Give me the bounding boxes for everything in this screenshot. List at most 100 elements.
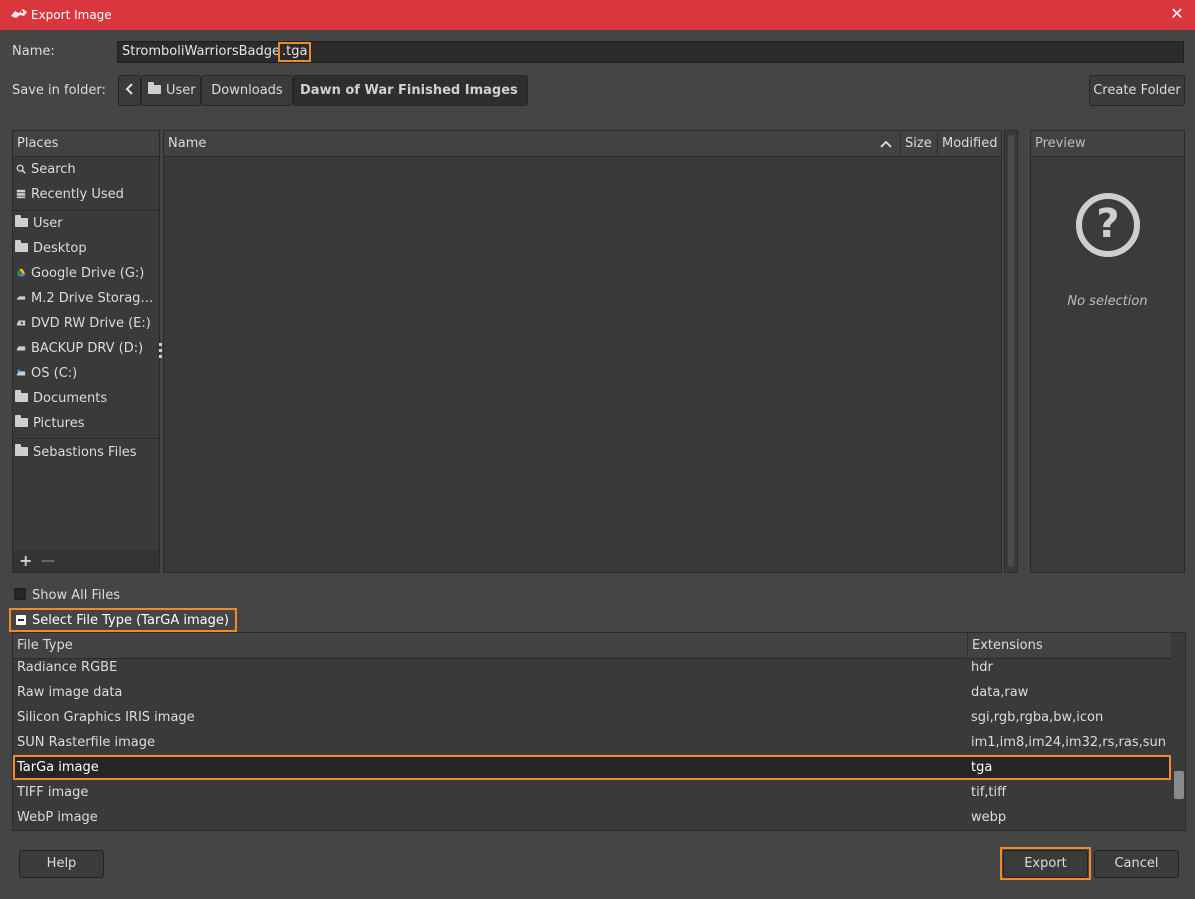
system-drive-icon	[16, 369, 26, 376]
file-type-row[interactable]: SUN Rasterfile image im1,im8,im24,im32,rs…	[13, 730, 1171, 755]
file-type-ext: sgi,rgb,rgba,bw,icon	[971, 710, 1104, 725]
column-modified[interactable]: Modified	[937, 131, 1001, 157]
window-title: Export Image	[31, 8, 112, 22]
file-type-row[interactable]: Radiance RGBE hdr	[13, 655, 1171, 680]
places-separator	[13, 438, 159, 439]
file-type-table[interactable]: File Type Extensions Radiance RGBE hdr Ra…	[12, 632, 1186, 831]
place-label: BACKUP DRV (D:)	[31, 341, 144, 356]
sort-ascending-icon	[880, 140, 892, 148]
file-list[interactable]: Name Size Modified	[163, 130, 1002, 573]
file-type-row[interactable]: Raw image data data,raw	[13, 680, 1171, 705]
places-sidebar: Places Search Recently Used User Desktop…	[12, 130, 160, 573]
scrollbar-thumb[interactable]	[1174, 771, 1184, 799]
folder-icon	[15, 215, 28, 227]
no-selection-text: No selection	[1067, 294, 1148, 309]
remove-place-button[interactable]: —	[41, 550, 55, 572]
file-type-row-selected[interactable]: TarGa image tga	[13, 755, 1171, 780]
scrollbar-thumb[interactable]	[1008, 135, 1014, 567]
cancel-button[interactable]: Cancel	[1094, 850, 1179, 878]
collapse-icon	[16, 615, 26, 625]
path-back-button[interactable]	[118, 75, 141, 106]
breadcrumb-label: Downloads	[211, 83, 283, 98]
name-label: Name:	[12, 44, 55, 59]
file-type-name: Raw image data	[17, 685, 123, 700]
place-m2-drive[interactable]: M.2 Drive Storag…	[15, 288, 159, 310]
place-label: M.2 Drive Storag…	[31, 291, 154, 306]
file-type-name: TarGa image	[17, 760, 99, 775]
place-label: Pictures	[33, 416, 85, 431]
file-type-ext: im1,im8,im24,im32,rs,ras,sun	[971, 735, 1166, 750]
place-os-drive[interactable]: OS (C:)	[15, 363, 159, 385]
save-in-folder-label: Save in folder:	[12, 83, 106, 98]
file-type-ext: tif,tiff	[971, 785, 1007, 800]
expander-label: Select File Type (TarGA image)	[32, 613, 229, 628]
folder-icon	[148, 82, 161, 94]
file-type-row[interactable]: WebP image webp	[13, 805, 1171, 830]
place-sebastions-files[interactable]: Sebastions Files	[15, 442, 159, 464]
title-bar: Export Image ✕	[0, 0, 1195, 30]
breadcrumb-label: Dawn of War Finished Images	[300, 83, 518, 98]
place-label: Desktop	[33, 241, 87, 256]
file-type-name: Silicon Graphics IRIS image	[17, 710, 195, 725]
file-type-name: TIFF image	[17, 785, 89, 800]
place-label: Google Drive (G:)	[31, 266, 145, 281]
file-list-header: Name Size Modified	[164, 131, 1001, 157]
file-type-row[interactable]: Silicon Graphics IRIS image sgi,rgb,rgba,…	[13, 705, 1171, 730]
breadcrumb-current-folder[interactable]: Dawn of War Finished Images	[293, 75, 528, 106]
place-backup-drive[interactable]: BACKUP DRV (D:)	[15, 338, 159, 360]
breadcrumb-user[interactable]: User	[141, 75, 201, 106]
file-type-scrollbar[interactable]	[1172, 633, 1185, 830]
checkbox-label: Show All Files	[32, 588, 120, 603]
file-type-name: WebP image	[17, 810, 98, 825]
place-label: Sebastions Files	[33, 445, 137, 460]
place-user[interactable]: User	[15, 213, 159, 235]
preview-pane: Preview ? No selection	[1030, 130, 1185, 573]
place-pictures[interactable]: Pictures	[15, 413, 159, 435]
folder-icon	[15, 444, 28, 456]
place-desktop[interactable]: Desktop	[15, 238, 159, 260]
filename-base: StromboliWarriorsBadge	[122, 44, 280, 59]
file-type-ext: tga	[971, 760, 993, 775]
place-documents[interactable]: Documents	[15, 388, 159, 410]
filename-input[interactable]: StromboliWarriorsBadge .tga	[117, 41, 1184, 63]
place-label: Documents	[33, 391, 108, 406]
google-drive-icon	[16, 268, 26, 277]
column-size[interactable]: Size	[900, 131, 937, 157]
file-type-ext: webp	[971, 810, 1007, 825]
column-name[interactable]: Name	[164, 131, 900, 157]
places-separator	[13, 210, 159, 211]
file-type-ext: hdr	[971, 660, 993, 675]
checkbox-box[interactable]	[14, 588, 26, 600]
places-footer: + —	[13, 550, 159, 572]
place-google-drive[interactable]: Google Drive (G:)	[15, 263, 159, 285]
places-header: Places	[13, 131, 159, 157]
place-recently-used[interactable]: Recently Used	[15, 184, 159, 206]
filename-extension: .tga	[277, 42, 312, 62]
file-type-row[interactable]: TIFF image tif,tiff	[13, 780, 1171, 805]
add-place-button[interactable]: +	[19, 550, 32, 572]
gimp-icon	[11, 9, 27, 18]
export-button[interactable]: Export	[1003, 850, 1088, 878]
create-folder-button[interactable]: Create Folder	[1089, 75, 1185, 106]
file-type-ext: data,raw	[971, 685, 1029, 700]
place-label: Search	[31, 162, 76, 177]
file-type-name: SUN Rasterfile image	[17, 735, 155, 750]
file-list-scrollbar[interactable]	[1004, 130, 1018, 573]
column-label: Name	[168, 136, 207, 151]
select-file-type-expander[interactable]: Select File Type (TarGA image)	[16, 611, 229, 631]
close-icon[interactable]: ✕	[1167, 4, 1187, 24]
pane-resize-handle[interactable]	[159, 343, 162, 361]
help-button[interactable]: Help	[19, 850, 104, 878]
folder-icon	[15, 415, 28, 427]
breadcrumb-downloads[interactable]: Downloads	[201, 75, 293, 106]
place-label: DVD RW Drive (E:)	[31, 316, 151, 331]
place-search[interactable]: Search	[15, 159, 159, 181]
chevron-left-icon	[125, 83, 133, 95]
recent-icon	[16, 189, 26, 199]
preview-header: Preview	[1031, 131, 1184, 157]
folder-icon	[15, 240, 28, 252]
place-dvd-drive[interactable]: DVD RW Drive (E:)	[15, 313, 159, 335]
file-type-name: Radiance RGBE	[17, 660, 118, 675]
question-mark-icon: ?	[1076, 193, 1140, 257]
show-all-files-checkbox[interactable]: Show All Files	[14, 586, 120, 606]
